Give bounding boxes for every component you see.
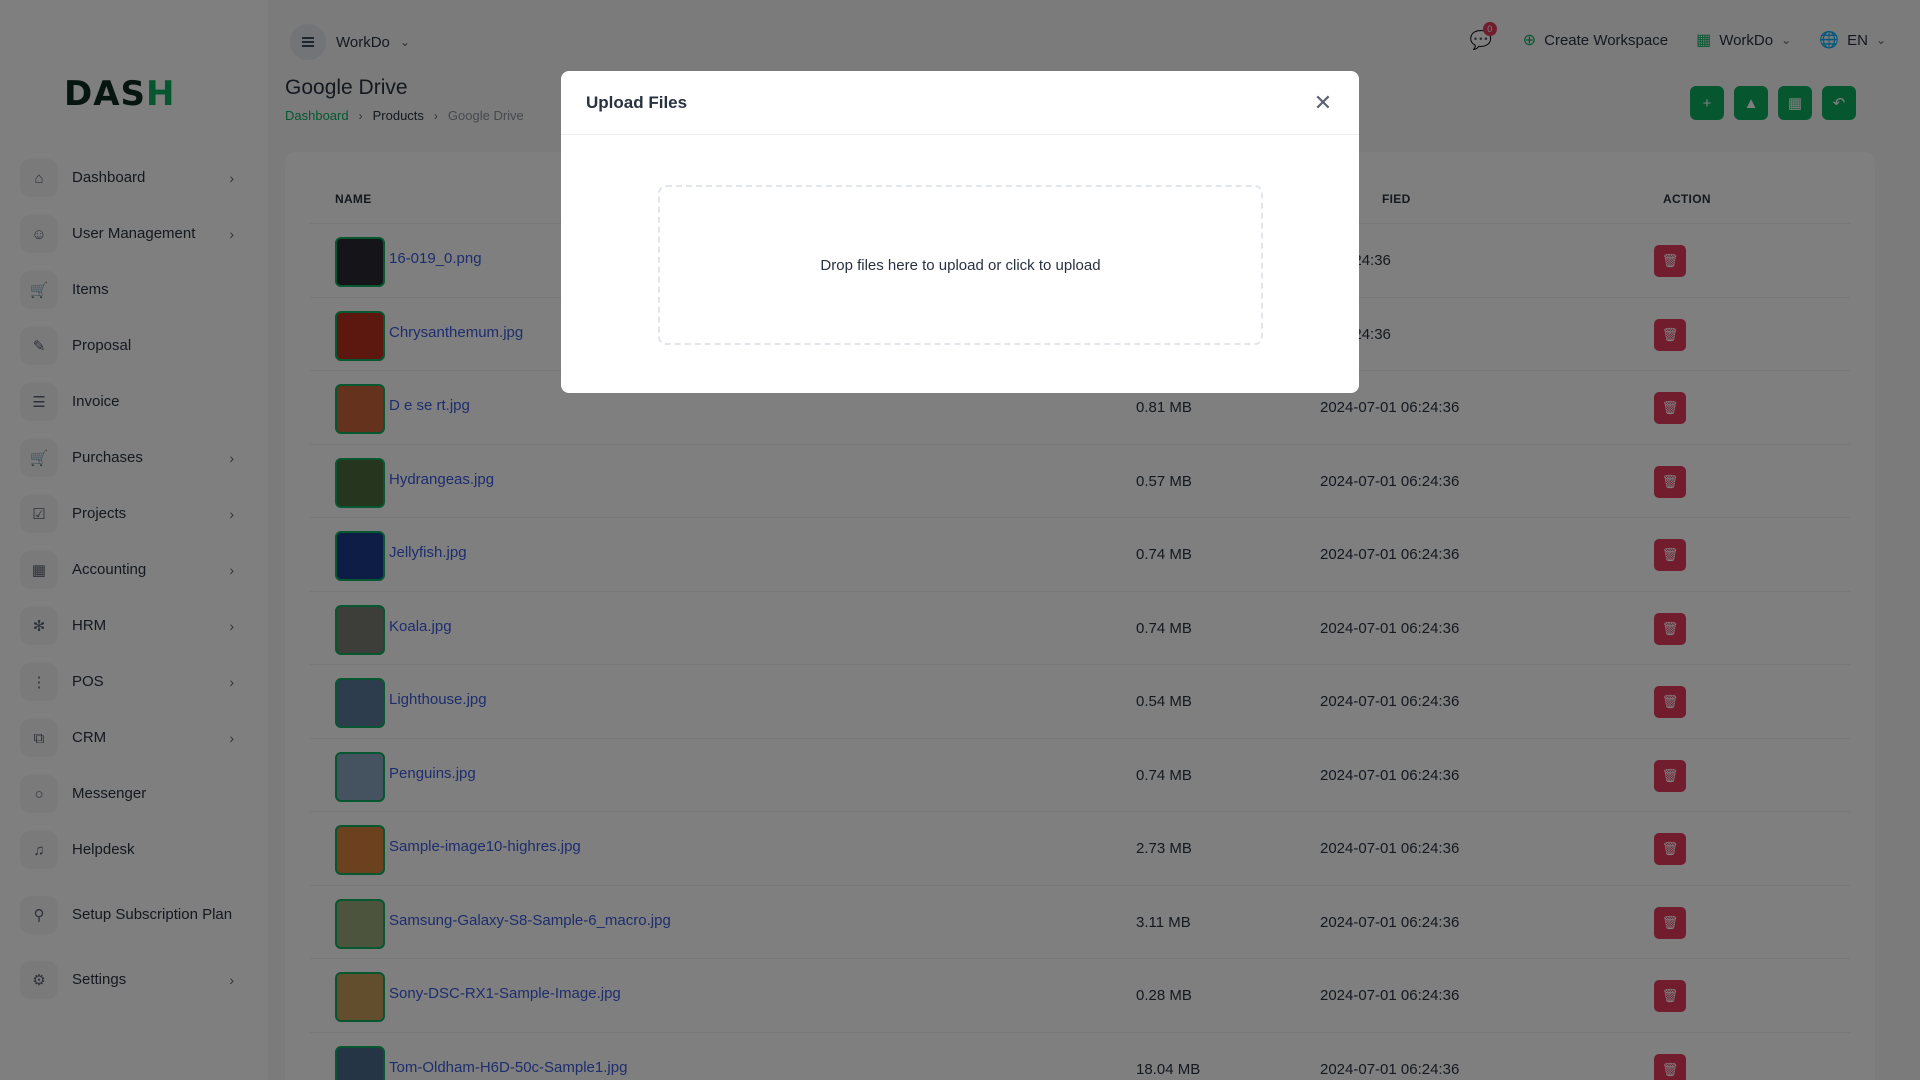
modal-title: Upload Files <box>586 93 688 112</box>
modal-header: Upload Files ✕ <box>561 71 1359 135</box>
close-icon: ✕ <box>1313 90 1333 115</box>
upload-dropzone[interactable]: Drop files here to upload or click to up… <box>658 185 1263 345</box>
close-button[interactable]: ✕ <box>1309 89 1337 117</box>
dropzone-text: Drop files here to upload or click to up… <box>820 256 1101 274</box>
upload-files-modal: Upload Files ✕ Drop files here to upload… <box>561 71 1359 393</box>
